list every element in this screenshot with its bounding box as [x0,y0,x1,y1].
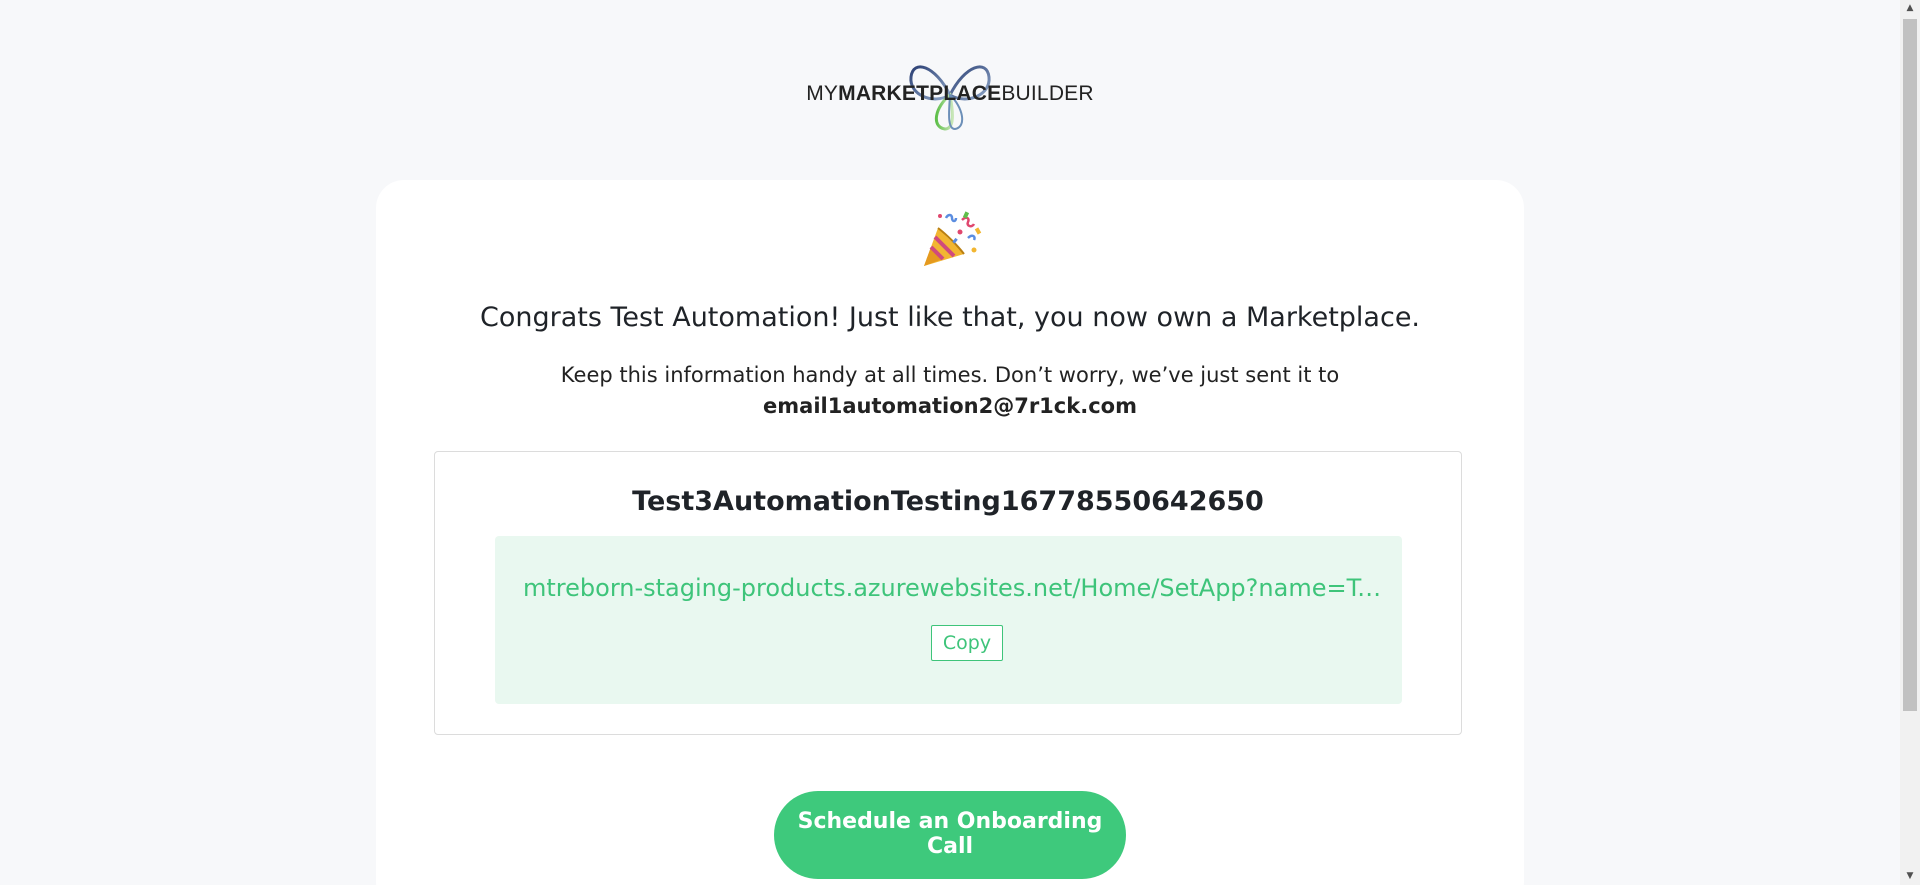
logo-wordmark: MYMARKETPLACEBUILDER [806,55,1094,133]
schedule-onboarding-call-button[interactable]: Schedule an Onboarding Call [774,791,1126,879]
logo-text-marketplace: MARKETPLACE [838,82,1002,105]
recipient-email: email1automation2@7r1ck.com [763,394,1137,418]
copy-url-button[interactable]: Copy [931,625,1003,661]
info-message: Keep this information handy at all times… [376,360,1524,422]
logo-text-my: MY [806,82,839,105]
scroll-up-arrow-icon[interactable]: ▲ [1900,0,1920,17]
page: MYMARKETPLACEBUILDER Congrats Test Autom… [0,0,1920,885]
party-popper-icon [924,211,982,266]
logo-text-builder: BUILDER [1001,82,1094,105]
vertical-scrollbar[interactable]: ▲ ▼ [1900,0,1920,885]
info-message-text: Keep this information handy at all times… [560,363,1340,387]
logo[interactable]: MYMARKETPLACEBUILDER [0,55,1900,133]
congrats-heading: Congrats Test Automation! Just like that… [479,302,1421,333]
marketplace-url-panel: mtreborn-staging-products.azurewebsites.… [495,536,1402,704]
confirmation-card: Congrats Test Automation! Just like that… [376,180,1524,885]
celebration [376,210,1524,270]
marketplace-name: Test3AutomationTesting16778550642650 [632,486,1264,517]
scroll-down-arrow-icon[interactable]: ▼ [1900,868,1920,885]
marketplace-info-box: Test3AutomationTesting16778550642650 mtr… [434,451,1462,735]
marketplace-url[interactable]: mtreborn-staging-products.azurewebsites.… [523,574,1393,602]
scrollbar-thumb[interactable] [1903,19,1917,711]
